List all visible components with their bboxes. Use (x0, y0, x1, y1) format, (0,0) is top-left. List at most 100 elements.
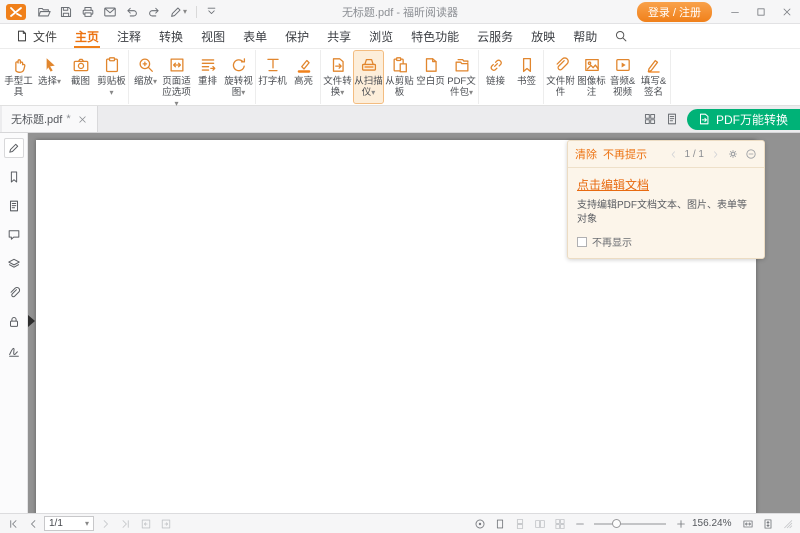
zoom-in-button[interactable] (672, 516, 689, 532)
edit-document-link[interactable]: 点击编辑文档 (577, 178, 649, 192)
ribbon-button-link[interactable]: 链接 (480, 50, 511, 104)
menu-item[interactable]: 视图 (192, 24, 234, 48)
notif-next-icon[interactable] (710, 149, 721, 160)
ribbon-button-scanner[interactable]: 从扫描仪▾ (353, 50, 384, 104)
panel-button-lock[interactable] (4, 312, 24, 332)
ribbon-button-fit-page[interactable]: 页面适应选项▾ (161, 50, 192, 104)
ribbon-button-paste[interactable]: 从剪贴板 (384, 50, 415, 104)
panel-button-edit-pen[interactable] (4, 138, 24, 158)
sign-icon (645, 56, 663, 74)
menu-item[interactable]: 共享 (318, 24, 360, 48)
ribbon-button-camera[interactable]: 截图 (65, 50, 96, 104)
ribbon-button-bookmark[interactable]: 书签 (511, 50, 542, 104)
ribbon-button-sign[interactable]: 填写&签名 (638, 50, 669, 104)
search-button[interactable] (606, 24, 636, 48)
fit-width-button[interactable] (739, 516, 756, 532)
save-button[interactable] (56, 3, 76, 21)
ribbon-group: 缩放▾页面适应选项▾重排旋转视图▾ (129, 50, 256, 104)
clear-link[interactable]: 清除 (575, 146, 597, 162)
gear-icon[interactable] (727, 148, 739, 160)
ribbon-button-zoom[interactable]: 缩放▾ (130, 50, 161, 104)
menu-item[interactable]: 浏览 (360, 24, 402, 48)
read-mode-button[interactable] (471, 516, 488, 532)
pen-button[interactable]: ▾ (166, 3, 190, 21)
menu-item[interactable]: 帮助 (564, 24, 606, 48)
nav-prev-button[interactable] (24, 516, 41, 532)
redo-button[interactable] (144, 3, 164, 21)
panel-button-comment[interactable] (4, 225, 24, 245)
panel-collapse-handle[interactable] (28, 315, 35, 327)
panel-button-pages[interactable] (4, 196, 24, 216)
menu-item[interactable]: 特色功能 (402, 24, 468, 48)
menu-item[interactable]: 保护 (276, 24, 318, 48)
zoom-out-button[interactable] (571, 516, 588, 532)
ribbon-button-blank-page[interactable]: 空白页 (415, 50, 446, 104)
dont-remind-link[interactable]: 不再提示 (603, 146, 647, 162)
view-next-button[interactable] (157, 516, 174, 532)
menu-item[interactable]: 主页 (66, 24, 108, 48)
fit-page-sb-button[interactable] (759, 516, 776, 532)
minimize-button[interactable] (722, 0, 748, 23)
ribbon-button-attachment[interactable]: 文件附件 (545, 50, 576, 104)
folder-open-button[interactable] (34, 3, 54, 21)
reading-view-icon[interactable] (665, 112, 679, 126)
view-prev-button[interactable] (137, 516, 154, 532)
zoom-slider-thumb[interactable] (612, 519, 621, 528)
maximize-button[interactable] (748, 0, 774, 23)
page-number-box[interactable]: 1/1▾ (44, 516, 94, 531)
notif-prev-icon[interactable] (668, 149, 679, 160)
ribbon-button-typewriter[interactable]: 打字机 (257, 50, 288, 104)
nav-next-button[interactable] (97, 516, 114, 532)
close-icon (77, 114, 88, 125)
pdf-convert-button[interactable]: PDF万能转换 (687, 109, 800, 130)
zoom-slider[interactable] (594, 523, 666, 525)
tab-close-button[interactable] (77, 114, 88, 125)
email-button[interactable] (100, 3, 120, 21)
ribbon-group: 文件附件图像标注音频&视频填写&签名 (544, 50, 671, 104)
ribbon-button-image-annot[interactable]: 图像标注 (576, 50, 607, 104)
panel-button-signature[interactable] (4, 341, 24, 361)
undo-button[interactable] (122, 3, 142, 21)
layout-two-button[interactable] (531, 516, 548, 532)
ribbon-button-convert[interactable]: 文件转换▾ (322, 50, 353, 104)
collapse-notification-icon[interactable] (745, 148, 757, 160)
document-area[interactable]: 清除 不再提示 1 / 1 点击编辑文档 支持编辑PDF文档文本、图片、表单等对… (28, 133, 800, 513)
menu-item[interactable]: 表单 (234, 24, 276, 48)
panel-button-layers[interactable] (4, 254, 24, 274)
maximize-icon (755, 6, 767, 18)
menu-item[interactable]: 放映 (522, 24, 564, 48)
menu-item[interactable]: 云服务 (468, 24, 522, 48)
reflow-icon (199, 56, 217, 74)
ribbon-button-rotate[interactable]: 旋转视图▾ (223, 50, 254, 104)
layout-two-cont-button[interactable] (551, 516, 568, 532)
layout-single-button[interactable] (491, 516, 508, 532)
panel-button-bookmark[interactable] (4, 167, 24, 187)
ribbon-button-highlight[interactable]: 高亮 (288, 50, 319, 104)
close-button[interactable] (774, 0, 800, 23)
ribbon-button-hand[interactable]: 手型工具 (3, 50, 34, 104)
print-button[interactable] (78, 3, 98, 21)
customize-toolbar-button[interactable] (203, 4, 220, 19)
ribbon-button-label: 空白页 (416, 76, 445, 87)
ribbon-button-clipboard[interactable]: 剪贴板▾ (96, 50, 127, 104)
login-button[interactable]: 登录 / 注册 (637, 2, 712, 22)
menu-file[interactable]: 文件 (6, 24, 66, 48)
ribbon-button-media[interactable]: 音频&视频 (607, 50, 638, 104)
nav-first-button[interactable] (4, 516, 21, 532)
menu-item[interactable]: 转换 (150, 24, 192, 48)
menubar: 文件 主页注释转换视图表单保护共享浏览特色功能云服务放映帮助 (0, 24, 800, 49)
pages-icon (7, 199, 21, 213)
ribbon-button-reflow[interactable]: 重排 (192, 50, 223, 104)
grip-button (779, 516, 796, 532)
view-prev-icon (140, 518, 152, 530)
dont-show-checkbox[interactable]: 不再显示 (577, 234, 755, 249)
ribbon-button-package[interactable]: PDF文件包▾ (446, 50, 477, 104)
thumbnail-view-icon[interactable] (643, 112, 657, 126)
panel-button-attachment[interactable] (4, 283, 24, 303)
layout-continuous-button[interactable] (511, 516, 528, 532)
document-tab[interactable]: 无标题.pdf * (2, 106, 98, 132)
nav-last-button[interactable] (117, 516, 134, 532)
ribbon-group: 手型工具选择▾截图剪贴板▾ (2, 50, 129, 104)
ribbon-button-cursor[interactable]: 选择▾ (34, 50, 65, 104)
menu-item[interactable]: 注释 (108, 24, 150, 48)
